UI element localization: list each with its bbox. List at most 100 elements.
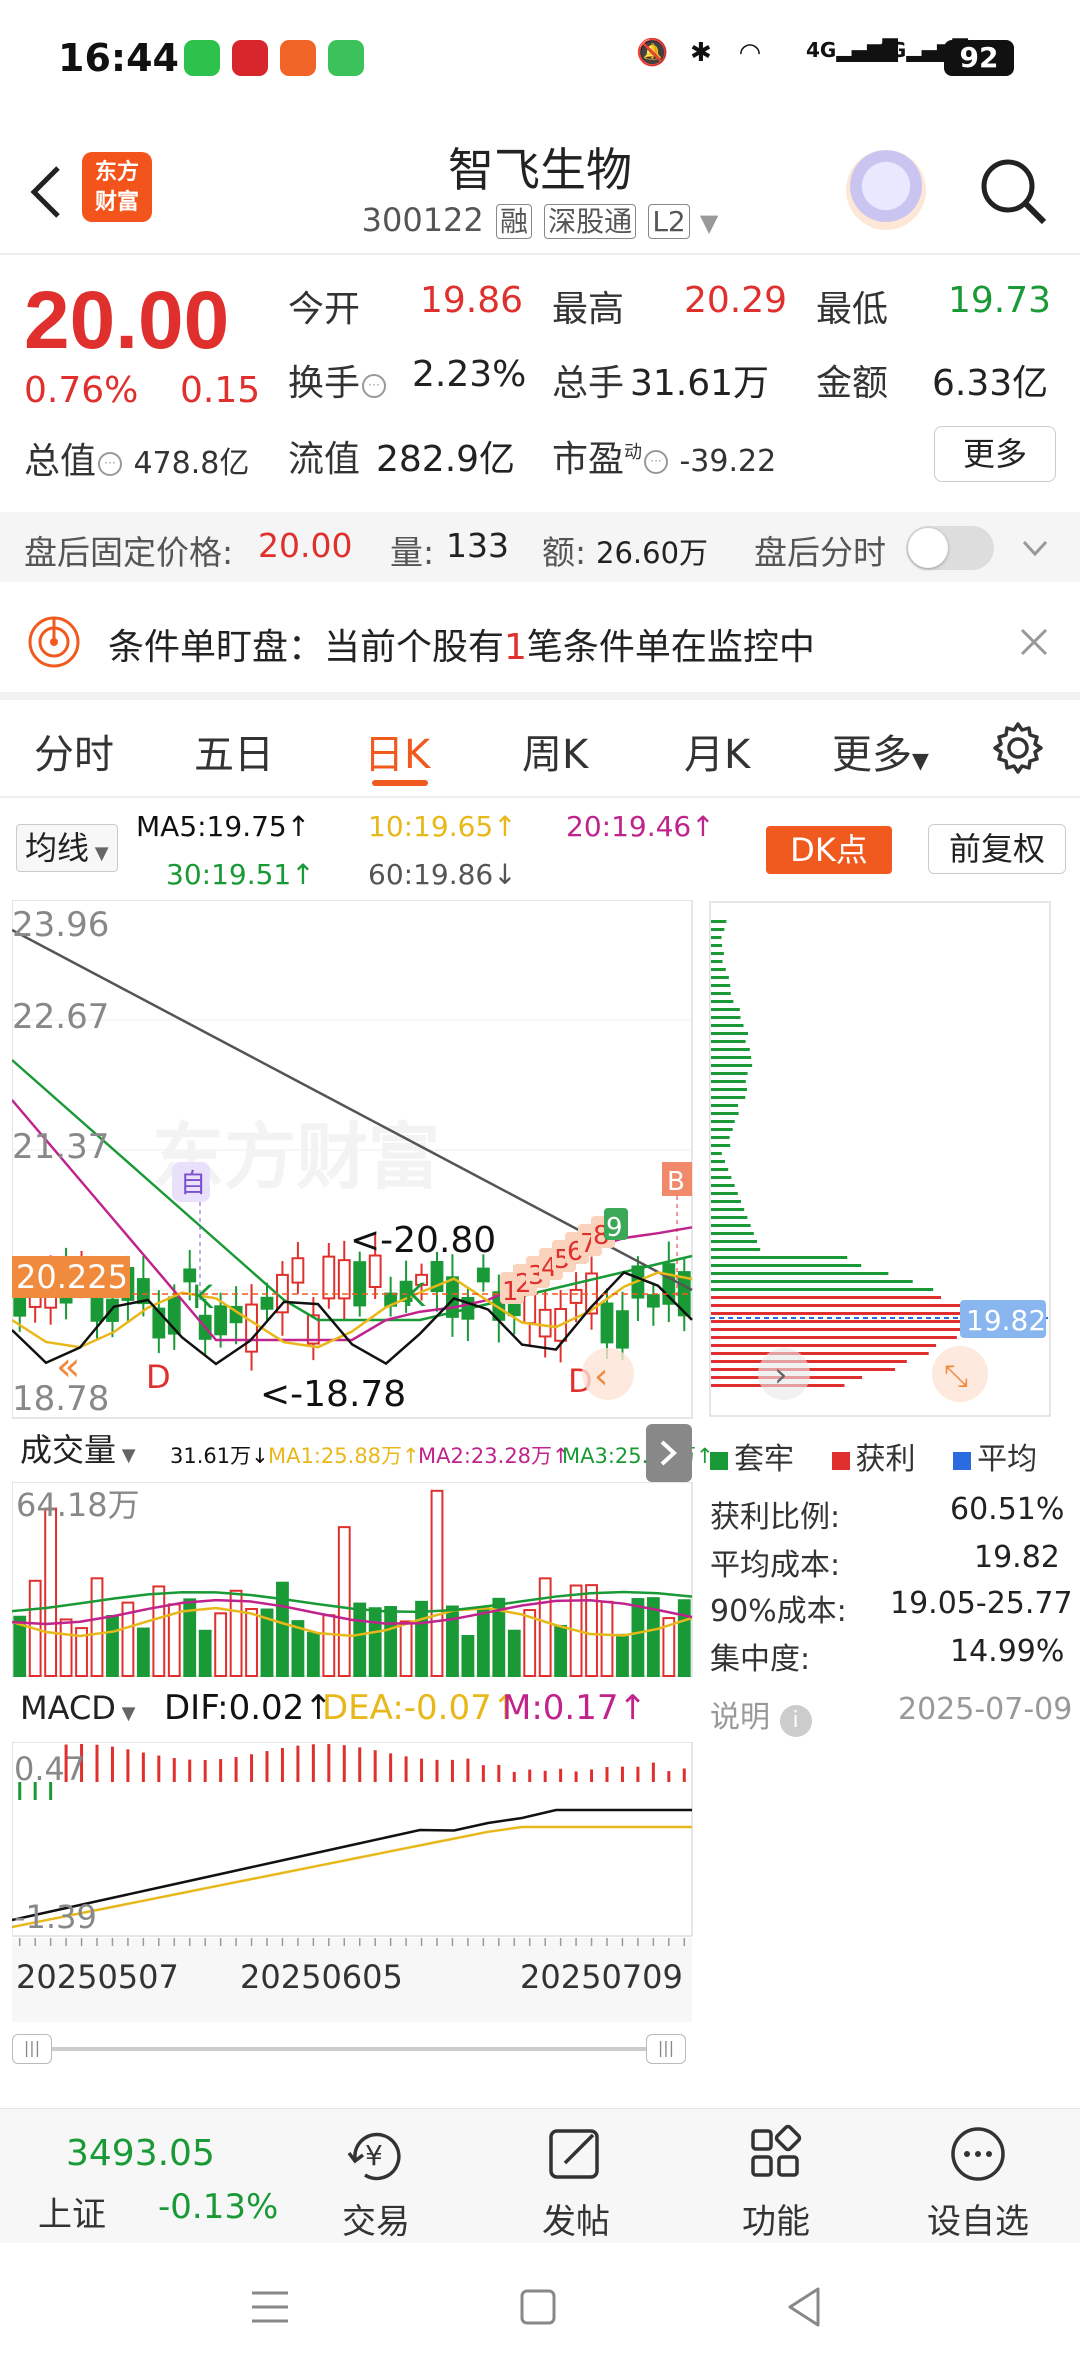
status-time: 16:44 bbox=[58, 36, 179, 80]
kline-chart[interactable]: 东方财富 23.96 22.67 21.37 18.78 20.225 <-20… bbox=[12, 900, 694, 1420]
change-percent: 0.76% bbox=[24, 370, 139, 411]
volume-bar bbox=[538, 1577, 552, 1677]
chip-bar bbox=[711, 968, 726, 971]
volume-bar bbox=[600, 1600, 614, 1677]
volume-bar bbox=[677, 1599, 691, 1677]
more-button[interactable]: 更多 bbox=[934, 426, 1056, 482]
tab-intraday[interactable]: 分时 bbox=[34, 722, 114, 780]
status-bar: 16:44 🔕 ✱ ◠ 4G▂▄▆█ 4G▂▄▆█ 92 bbox=[0, 0, 1080, 120]
scroll-left-icon[interactable]: « bbox=[56, 1344, 80, 1390]
search-icon[interactable] bbox=[978, 156, 1048, 226]
after-hours-price-label: 盘后固定价格: bbox=[24, 533, 234, 572]
info-icon[interactable]: ··· bbox=[362, 374, 387, 398]
chip-bar bbox=[711, 1272, 889, 1275]
open-label: 今开 bbox=[288, 289, 361, 330]
home-icon[interactable] bbox=[518, 2287, 558, 2327]
volume-chart[interactable]: 64.18万 bbox=[12, 1482, 694, 1678]
volume-bar bbox=[430, 1489, 444, 1678]
volume-indicator-selector[interactable]: 成交量 ▼ bbox=[12, 1428, 144, 1474]
after-hours-toggle[interactable] bbox=[906, 526, 994, 570]
index-change: -0.13% bbox=[158, 2187, 279, 2227]
info-icon: i bbox=[779, 1705, 812, 1737]
chip-bar bbox=[711, 1344, 937, 1347]
info-icon[interactable]: ··· bbox=[98, 452, 123, 476]
chip-note[interactable]: 说明 i bbox=[710, 1692, 812, 1737]
chip-distribution-chart[interactable]: 19.82 › ⤡ bbox=[708, 900, 1054, 1420]
index-value: 3493.05 bbox=[66, 2133, 215, 2174]
volume-bar bbox=[554, 1624, 568, 1678]
function-button[interactable]: 功能 bbox=[676, 2109, 876, 2244]
volume-value: 31.61万 bbox=[630, 363, 770, 404]
add-watchlist-button[interactable]: 设自选 bbox=[878, 2109, 1078, 2244]
range-handle-left[interactable]: ||| bbox=[12, 2034, 52, 2064]
tab-weekly-k[interactable]: 周K bbox=[522, 722, 588, 780]
chevron-down-icon[interactable] bbox=[1020, 532, 1050, 562]
chip-bar bbox=[711, 1032, 749, 1035]
range-slider[interactable]: ||| ||| bbox=[12, 2032, 692, 2066]
chip-bar bbox=[711, 928, 725, 931]
chip-bar bbox=[711, 920, 727, 923]
assistant-avatar[interactable] bbox=[846, 150, 926, 230]
chip-bar bbox=[711, 1160, 725, 1163]
self-select-marker-text: 自 bbox=[180, 1169, 206, 1199]
tab-monthly-k[interactable]: 月K bbox=[684, 722, 750, 780]
after-hours-amount: 26.60万 bbox=[596, 536, 709, 570]
tab-daily-k[interactable]: 日K bbox=[364, 722, 430, 780]
mcap-value: 478.8亿 bbox=[133, 446, 250, 481]
expand-panel-button[interactable] bbox=[646, 1424, 692, 1482]
chip-bar bbox=[711, 1016, 741, 1019]
macd-chart[interactable]: 0.47 -1.39 bbox=[12, 1742, 694, 1938]
date-axis: 20250507 20250605 20250709 bbox=[12, 1938, 692, 2022]
chip-bar bbox=[711, 1112, 739, 1115]
adjust-mode-button[interactable]: 前复权 bbox=[928, 824, 1066, 874]
chip-bar bbox=[711, 1280, 913, 1283]
info-icon[interactable]: ··· bbox=[644, 450, 669, 474]
back-icon[interactable] bbox=[784, 2285, 824, 2329]
range-handle-right[interactable]: ||| bbox=[646, 2034, 686, 2064]
chevron-right-icon: › bbox=[774, 1355, 788, 1395]
condition-suffix: 笔条件单在监控中 bbox=[526, 627, 815, 668]
margin-tag: 融 bbox=[495, 204, 532, 239]
macd-indicator-selector[interactable]: MACD ▼ bbox=[12, 1686, 144, 1732]
volume-bar bbox=[353, 1602, 367, 1677]
chip-bar bbox=[711, 1288, 934, 1291]
average-cost-value: 19.82 bbox=[966, 1304, 1046, 1337]
index-ticker[interactable]: 3493.05 上证 -0.13% bbox=[0, 2109, 290, 2244]
close-icon[interactable] bbox=[1018, 626, 1050, 658]
chip-bar bbox=[711, 1136, 730, 1139]
menu-icon[interactable] bbox=[248, 2287, 292, 2327]
float-value: 282.9亿 bbox=[376, 439, 516, 480]
indicator-selector[interactable]: 均线 ▼ bbox=[16, 824, 118, 872]
volume-max-label: 64.18万 bbox=[16, 1486, 140, 1524]
connect-tag: 深股通 bbox=[544, 204, 637, 239]
volume-bar bbox=[616, 1633, 629, 1677]
volume-bar bbox=[507, 1629, 521, 1677]
signal-k: K bbox=[192, 1278, 214, 1316]
bluetooth-icon: ✱ bbox=[690, 38, 712, 68]
after-hours-volume: 133 bbox=[446, 526, 509, 565]
ma10-value: 10:19.65↑ bbox=[368, 810, 517, 843]
volume-ma2: MA2:23.28万↑ bbox=[418, 1444, 570, 1468]
high-value: 20.29 bbox=[684, 280, 788, 321]
post-button[interactable]: 发帖 bbox=[476, 2109, 676, 2244]
ma5-value: MA5:19.75↑ bbox=[136, 810, 311, 843]
chip-bar bbox=[711, 1240, 757, 1243]
legend-swatch bbox=[953, 1452, 972, 1470]
volume-bar bbox=[44, 1507, 58, 1678]
network-type: 4G bbox=[806, 38, 837, 62]
y-axis-label: 21.37 bbox=[12, 1127, 109, 1167]
trade-label: 交易 bbox=[342, 2202, 410, 2242]
section-divider bbox=[0, 692, 1080, 700]
chip-bar bbox=[711, 1056, 752, 1059]
dk-point-button[interactable]: DK点 bbox=[766, 826, 892, 874]
trade-button[interactable]: ¥ 交易 bbox=[276, 2109, 476, 2244]
condition-order-banner[interactable]: 条件单盯盘：当前个股有1笔条件单在监控中 bbox=[0, 592, 1080, 692]
dropdown-triangle-icon: ▼ bbox=[115, 1703, 136, 1724]
index-name: 上证 bbox=[38, 2195, 106, 2235]
chip-bar bbox=[711, 1200, 741, 1203]
bottom-toolbar: 3493.05 上证 -0.13% ¥ 交易 发帖 功能 设自选 bbox=[0, 2108, 1080, 2243]
gear-icon[interactable] bbox=[990, 720, 1046, 776]
function-label: 功能 bbox=[742, 2202, 810, 2242]
tab-five-day[interactable]: 五日 bbox=[194, 722, 274, 780]
tab-more[interactable]: 更多▼ bbox=[832, 722, 929, 780]
